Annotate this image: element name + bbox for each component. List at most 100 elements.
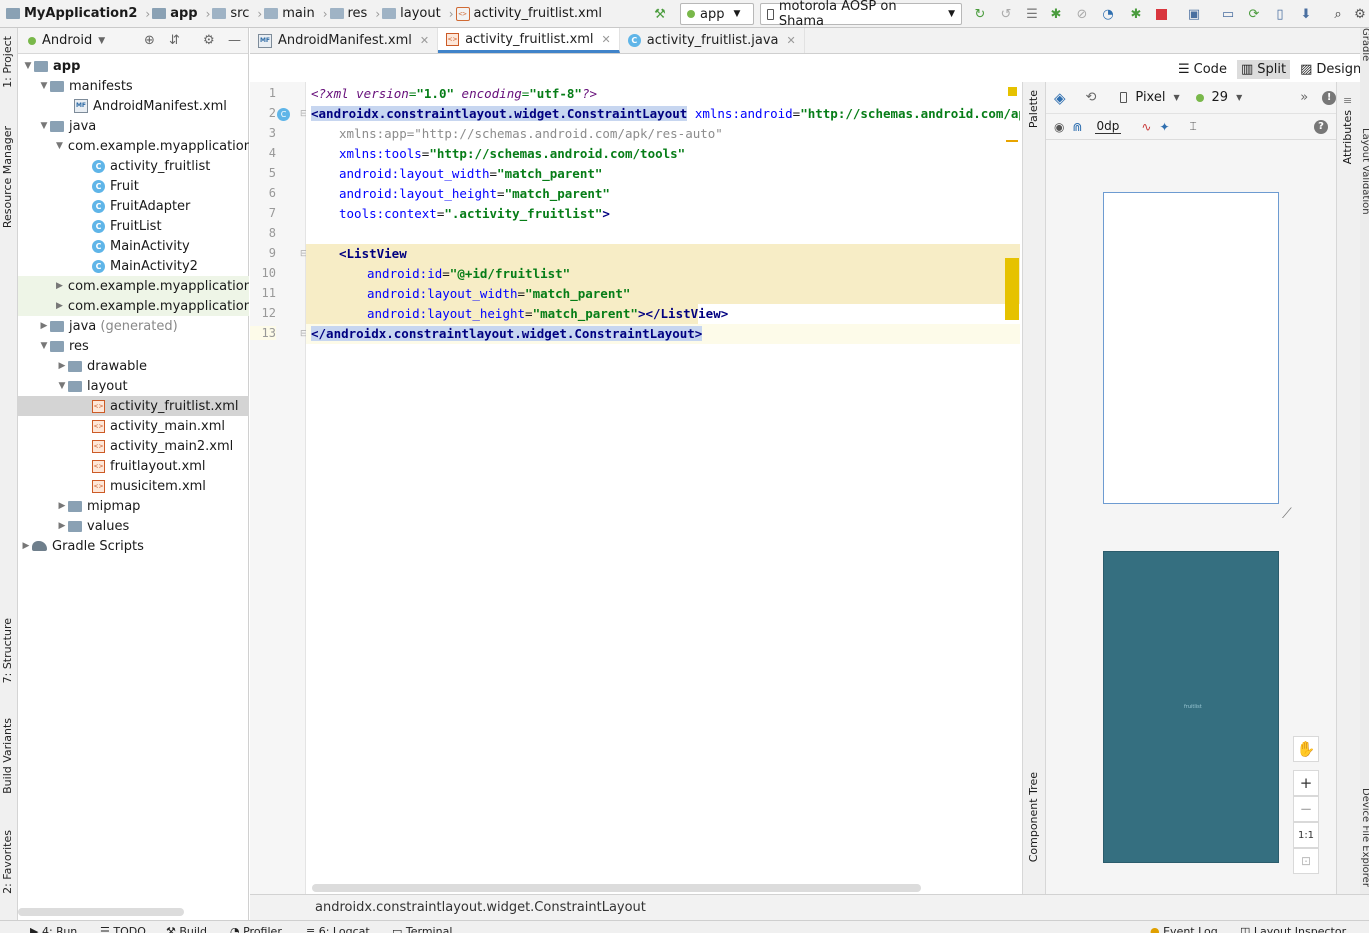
double-chevron-icon[interactable]: » (1300, 90, 1308, 105)
class-gutter-icon[interactable]: C (277, 108, 290, 121)
tree-item-class[interactable]: C Fruit (18, 176, 249, 196)
attach-debugger-icon[interactable]: ✱ (1128, 6, 1144, 22)
tree-item-class[interactable]: C FruitList (18, 216, 249, 236)
tree-item-layout[interactable]: ▼ layout (18, 376, 249, 396)
horizontal-scrollbar[interactable] (18, 908, 184, 916)
avd-manager-icon[interactable]: ▭ (1220, 6, 1236, 22)
tree-item-gradle-scripts[interactable]: ▶ Gradle Scripts (18, 536, 249, 556)
component-path-label[interactable]: androidx.constraintlayout.widget.Constra… (315, 900, 646, 915)
tool-tab-structure[interactable]: 7: Structure (1, 618, 14, 683)
list-icon[interactable]: ☰ (1024, 6, 1040, 22)
tool-tab-build[interactable]: ⚒ Build (166, 925, 207, 933)
expand-arrow-icon[interactable]: ▼ (56, 381, 68, 391)
tree-item-manifests[interactable]: ▼ manifests (18, 76, 249, 96)
tool-tab-project[interactable]: 1: Project (1, 36, 14, 88)
expand-arrow-icon[interactable]: ▶ (20, 541, 32, 551)
tree-item-xml[interactable]: <> fruitlayout.xml (18, 456, 249, 476)
tool-tab-layout-validation[interactable]: Layout Validation (1360, 128, 1369, 215)
breadcrumb-app[interactable]: app (152, 6, 198, 21)
eye-icon[interactable]: ◉ (1054, 120, 1064, 134)
tree-item-java[interactable]: ▼ java (18, 116, 249, 136)
tree-item-values[interactable]: ▶ values (18, 516, 249, 536)
gear-icon[interactable]: ⚙ (203, 33, 215, 48)
layers-icon[interactable]: ◈ (1054, 89, 1066, 107)
tree-item-package[interactable]: ▼ com.example.myapplication (18, 136, 249, 156)
tree-item-xml[interactable]: <> activity_main2.xml (18, 436, 249, 456)
resize-handle-icon[interactable]: ⟋ (1282, 506, 1292, 522)
api-level-select[interactable]: 29 (1212, 90, 1229, 105)
help-icon[interactable]: ? (1314, 119, 1328, 134)
tree-item-xml-selected[interactable]: <> activity_fruitlist.xml (18, 396, 249, 416)
tool-tab-build-variants[interactable]: Build Variants (1, 718, 14, 794)
device-manager-icon[interactable]: ▯ (1272, 6, 1288, 22)
split-mode-button[interactable]: ▥ Split (1236, 59, 1291, 79)
tree-item-class[interactable]: C MainActivity2 (18, 256, 249, 276)
component-tree-tab[interactable]: Component Tree (1027, 772, 1040, 862)
hammer-icon[interactable]: ⚒ (652, 6, 668, 22)
tool-tab-event-log[interactable]: ● Event Log (1150, 925, 1218, 933)
project-view-mode-select[interactable]: Android (42, 33, 92, 48)
zoom-in-button[interactable]: + (1293, 770, 1319, 796)
tree-item-package-test[interactable]: ▶ com.example.myapplication (18, 296, 249, 316)
error-stripe-mark[interactable] (1006, 140, 1018, 142)
chevron-down-icon[interactable]: ▼ (1173, 93, 1179, 102)
highlight-stripe-mark[interactable] (1005, 258, 1019, 320)
expand-arrow-icon[interactable]: ▼ (38, 341, 50, 351)
sdk-manager-icon[interactable]: ⬇ (1298, 6, 1314, 22)
expand-arrow-icon[interactable]: ▶ (56, 521, 68, 531)
blueprint-view[interactable] (1103, 192, 1279, 504)
apply-changes-icon[interactable]: ↻ (972, 6, 988, 22)
settings-icon[interactable]: ⚙ (1352, 6, 1368, 22)
tree-item-app[interactable]: ▼ app (18, 56, 249, 76)
search-icon[interactable]: ⌕ (1330, 6, 1346, 22)
tab-activity-fruitlist-xml[interactable]: <> activity_fruitlist.xml ✕ (438, 28, 620, 53)
tree-item-androidmanifest[interactable]: MF AndroidManifest.xml (18, 96, 249, 116)
tool-tab-device-file-explorer[interactable]: Device File Explorer (1360, 788, 1369, 887)
design-preview[interactable]: fruitlist (1103, 551, 1279, 863)
run-config-select[interactable]: app ▼ (680, 3, 754, 25)
tool-tab-gradle[interactable]: Gradle (1360, 28, 1369, 61)
zoom-out-button[interactable]: − (1293, 796, 1319, 822)
zoom-reset-button[interactable]: 1:1 (1293, 822, 1319, 848)
zoom-fit-icon[interactable]: ⊡ (1293, 848, 1319, 874)
expand-arrow-icon[interactable]: ▶ (56, 361, 68, 371)
tree-item-res[interactable]: ▼ res (18, 336, 249, 356)
hide-icon[interactable]: — (228, 33, 241, 48)
code-mode-button[interactable]: ☰ Code (1174, 60, 1231, 79)
expand-arrow-icon[interactable]: ▶ (56, 281, 63, 291)
tree-item-class[interactable]: Cactivity_fruitlist (18, 156, 249, 176)
close-icon[interactable]: ✕ (420, 34, 429, 47)
magnet-icon[interactable]: ⋒ (1072, 120, 1082, 134)
tool-tab-favorites[interactable]: 2: Favorites (1, 830, 14, 894)
code-editor[interactable]: <?xml version="1.0" encoding="utf-8"?> <… (306, 82, 1020, 894)
expand-arrow-icon[interactable]: ▶ (38, 321, 50, 331)
tool-tab-logcat[interactable]: ≡ 6: Logcat (306, 925, 370, 933)
expand-arrow-icon[interactable]: ▼ (56, 141, 63, 151)
infer-constraints-icon[interactable]: ✦ (1159, 120, 1169, 134)
orientation-icon[interactable]: ⟲ (1086, 90, 1097, 105)
tree-item-mipmap[interactable]: ▶ mipmap (18, 496, 249, 516)
tree-item-class[interactable]: C MainActivity (18, 236, 249, 256)
breadcrumb-src[interactable]: src (212, 6, 249, 21)
close-icon[interactable]: ✕ (787, 34, 796, 47)
tool-tab-todo[interactable]: ☰ TODO (100, 925, 146, 933)
breadcrumb-main[interactable]: main (264, 6, 315, 21)
tree-item-class[interactable]: C FruitAdapter (18, 196, 249, 216)
design-mode-button[interactable]: ▨ Design (1296, 60, 1365, 79)
tree-item-package-androidtest[interactable]: ▶ com.example.myapplication (18, 276, 249, 296)
expand-arrow-icon[interactable]: ▶ (56, 301, 63, 311)
locate-icon[interactable]: ⊕ (144, 33, 155, 48)
attributes-tab[interactable]: Attributes (1341, 110, 1354, 164)
editor-horizontal-scrollbar[interactable] (312, 884, 921, 892)
default-margin-select[interactable]: 0dp (1094, 119, 1122, 134)
expand-arrow-icon[interactable]: ▼ (22, 61, 34, 71)
warning-marker[interactable] (1008, 87, 1017, 96)
expand-arrow-icon[interactable]: ▼ (38, 121, 50, 131)
breadcrumb-file[interactable]: <> activity_fruitlist.xml (455, 6, 602, 21)
tree-item-xml[interactable]: <> musicitem.xml (18, 476, 249, 496)
expand-arrow-icon[interactable]: ▼ (38, 81, 50, 91)
chevron-down-icon[interactable]: ▼ (1236, 93, 1242, 102)
breadcrumb-project[interactable]: MyApplication2 (6, 6, 137, 21)
profile-icon[interactable]: ◔ (1100, 6, 1116, 22)
pan-icon[interactable]: ✋ (1293, 736, 1319, 762)
